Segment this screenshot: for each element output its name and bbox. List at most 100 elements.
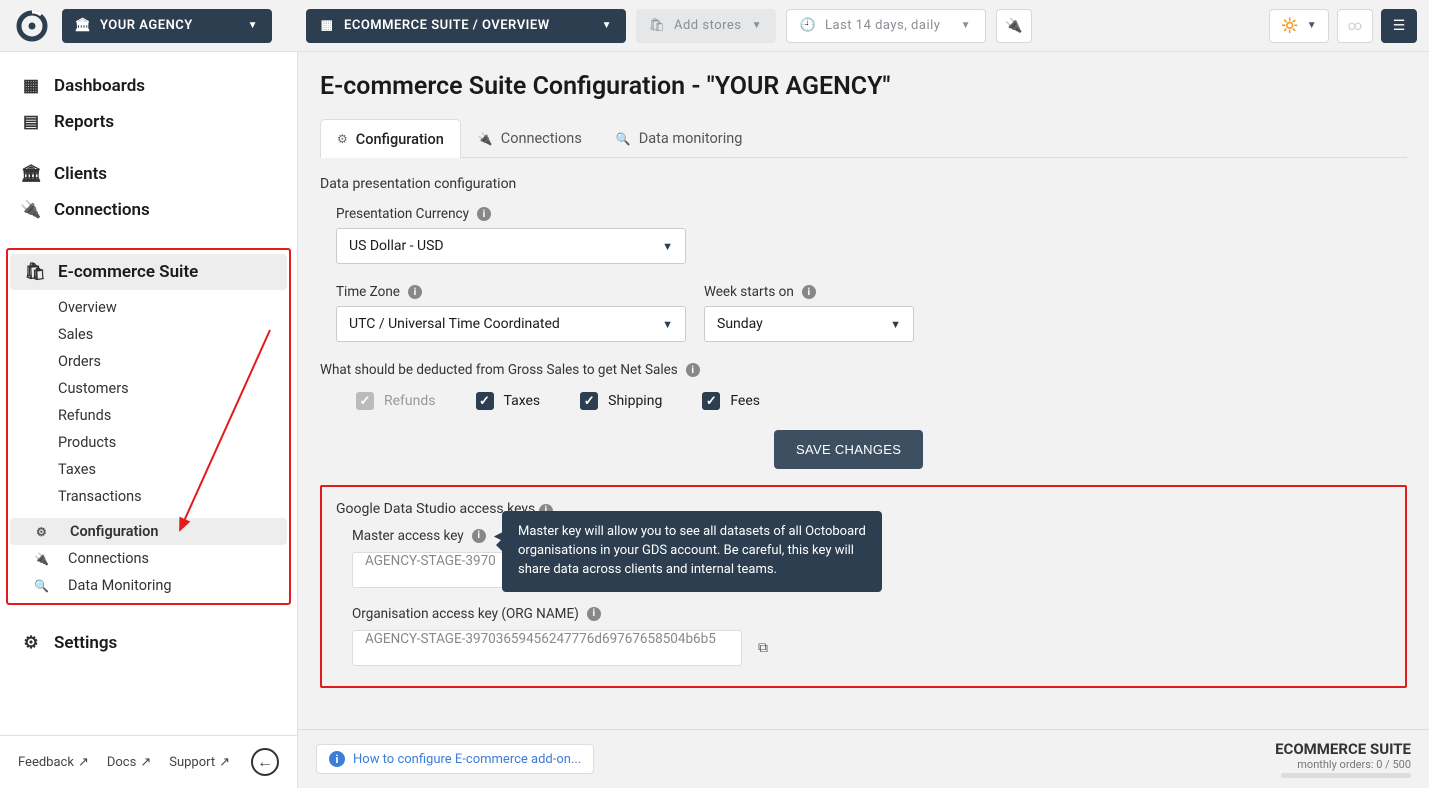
sub-label: Products — [58, 434, 116, 451]
nav-dashboards[interactable]: ▦ Dashboards — [0, 68, 297, 104]
agency-label: YOUR AGENCY — [100, 18, 193, 33]
tab-configuration[interactable]: ⚙Configuration — [320, 119, 461, 158]
date-range-label: Last 14 days, daily — [825, 18, 940, 33]
search-icon: 🔍 — [34, 579, 48, 593]
info-icon[interactable]: i — [472, 529, 486, 543]
currency-select[interactable]: US Dollar - USD▼ — [336, 228, 686, 264]
deduct-label: What should be deducted from Gross Sales… — [320, 362, 1407, 378]
bank-icon: 🏛 — [76, 19, 90, 33]
sub-label: Sales — [58, 326, 93, 343]
sub-sales[interactable]: Sales — [8, 321, 289, 348]
label-text: Presentation Currency — [336, 206, 469, 222]
share-icon: ∞ — [1348, 18, 1362, 34]
checkbox-icon: ✓ — [476, 392, 494, 410]
info-icon[interactable]: i — [408, 285, 422, 299]
cb-label: Refunds — [384, 393, 436, 409]
sub-connections[interactable]: 🔌Connections — [8, 545, 289, 572]
timezone-select[interactable]: UTC / Universal Time Coordinated ▼ — [336, 306, 686, 342]
bag-icon: 🛍 — [650, 19, 664, 33]
external-icon: ↗ — [78, 755, 89, 770]
suite-selector[interactable]: ▦ ECOMMERCE SUITE / OVERVIEW ▼ — [306, 9, 626, 43]
nav-label: Dashboards — [54, 76, 145, 96]
cb-shipping[interactable]: ✓Shipping — [580, 392, 662, 410]
agency-selector[interactable]: 🏛 YOUR AGENCY ▼ — [62, 9, 272, 43]
nav-clients[interactable]: 🏛Clients — [0, 156, 297, 192]
sub-monitoring[interactable]: 🔍Data Monitoring — [8, 572, 289, 599]
info-icon[interactable]: i — [477, 207, 491, 221]
gear-icon: ⚙ — [22, 633, 40, 653]
sub-products[interactable]: Products — [8, 429, 289, 456]
link-label: Docs — [107, 755, 136, 770]
date-range-selector[interactable]: 🕘 Last 14 days, daily ▼ — [786, 9, 986, 43]
ecommerce-section-highlight: 🛍E-commerce Suite Overview Sales Orders … — [6, 248, 291, 605]
nav-reports[interactable]: ▤Reports — [0, 104, 297, 140]
sub-taxes[interactable]: Taxes — [8, 456, 289, 483]
tab-label: Data monitoring — [639, 130, 743, 147]
org-key-value: AGENCY-STAGE-39703659456247776d697676585… — [352, 630, 742, 666]
link-label: Feedback — [18, 755, 74, 770]
select-value: US Dollar - USD — [349, 238, 444, 254]
orders-meta: monthly orders: 0 / 500 — [1275, 758, 1411, 771]
chevron-down-icon: ▼ — [890, 318, 901, 331]
theme-toggle[interactable]: 🔆 ▼ — [1269, 9, 1329, 43]
info-icon[interactable]: i — [802, 285, 816, 299]
plug-button[interactable]: 🔌 — [996, 9, 1032, 43]
link-label: How to configure E-commerce add-on... — [353, 752, 581, 767]
sub-orders[interactable]: Orders — [8, 348, 289, 375]
sub-overview[interactable]: Overview — [8, 294, 289, 321]
week-select[interactable]: Sunday▼ — [704, 306, 914, 342]
app-logo[interactable] — [12, 6, 52, 46]
nav-label: Reports — [54, 112, 114, 132]
section-presentation-title: Data presentation configuration — [320, 176, 1407, 192]
chevron-down-icon: ▼ — [662, 318, 673, 331]
help-link[interactable]: iHow to configure E-commerce add-on... — [316, 744, 594, 774]
sidebar: ▦ Dashboards ▤Reports 🏛Clients 🔌Connectio… — [0, 52, 298, 788]
copy-icon: ⧉ — [758, 640, 768, 656]
copy-org-button[interactable]: ⧉ — [752, 637, 774, 659]
add-stores-button[interactable]: 🛍 Add stores ▼ — [636, 9, 776, 43]
footer-support[interactable]: Support ↗ — [169, 755, 230, 770]
tab-label: Configuration — [356, 131, 444, 148]
topbar: 🏛 YOUR AGENCY ▼ ▦ ECOMMERCE SUITE / OVER… — [0, 0, 1429, 52]
plug-icon: 🔌 — [1005, 18, 1022, 34]
nav-settings[interactable]: ⚙Settings — [0, 625, 297, 661]
orders-progress — [1281, 773, 1411, 778]
chevron-down-icon: ▼ — [752, 20, 762, 31]
cb-fees[interactable]: ✓Fees — [702, 392, 760, 410]
footer-meta: ECOMMERCE SUITE monthly orders: 0 / 500 — [1275, 740, 1411, 778]
menu-button[interactable]: ☰ — [1381, 9, 1417, 43]
checkbox-icon: ✓ — [356, 392, 374, 410]
master-key-tooltip: Master key will allow you to see all dat… — [502, 511, 882, 592]
clock-icon: 🕘 — [801, 19, 815, 33]
sun-icon: 🔆 — [1281, 18, 1298, 34]
footer-docs[interactable]: Docs ↗ — [107, 755, 151, 770]
sidebar-footer: Feedback ↗ Docs ↗ Support ↗ ← — [0, 735, 297, 788]
chevron-down-icon: ▼ — [248, 20, 258, 31]
share-button[interactable]: ∞ — [1337, 9, 1373, 43]
sub-label: Overview — [58, 299, 117, 316]
collapse-sidebar-button[interactable]: ← — [251, 748, 279, 776]
cb-taxes[interactable]: ✓Taxes — [476, 392, 541, 410]
footer-feedback[interactable]: Feedback ↗ — [18, 755, 89, 770]
plug-icon: 🔌 — [478, 132, 493, 146]
access-keys-highlight: Google Data Studio access keys i Master … — [320, 485, 1407, 688]
nav-connections[interactable]: 🔌Connections — [0, 192, 297, 228]
sub-refunds[interactable]: Refunds — [8, 402, 289, 429]
sub-customers[interactable]: Customers — [8, 375, 289, 402]
sub-configuration[interactable]: ⚙Configuration — [10, 518, 287, 545]
sub-transactions[interactable]: Transactions — [8, 483, 289, 510]
main-panel: E-commerce Suite Configuration - "YOUR A… — [298, 52, 1429, 788]
info-icon[interactable]: i — [587, 607, 601, 621]
checkbox-icon: ✓ — [580, 392, 598, 410]
info-icon[interactable]: i — [686, 363, 700, 377]
select-value: UTC / Universal Time Coordinated — [349, 316, 560, 332]
dashboard-icon: ▦ — [22, 76, 40, 96]
sub-label: Transactions — [58, 488, 142, 505]
cb-refunds: ✓ Refunds — [356, 392, 436, 410]
save-button[interactable]: SAVE CHANGES — [774, 430, 923, 469]
tab-monitoring[interactable]: 🔍Data monitoring — [599, 119, 760, 157]
tab-connections[interactable]: 🔌Connections — [461, 119, 599, 157]
grid-icon: ▦ — [320, 19, 334, 33]
nav-ecommerce[interactable]: 🛍E-commerce Suite — [10, 254, 287, 290]
page-title: E-commerce Suite Configuration - "YOUR A… — [320, 72, 1407, 101]
